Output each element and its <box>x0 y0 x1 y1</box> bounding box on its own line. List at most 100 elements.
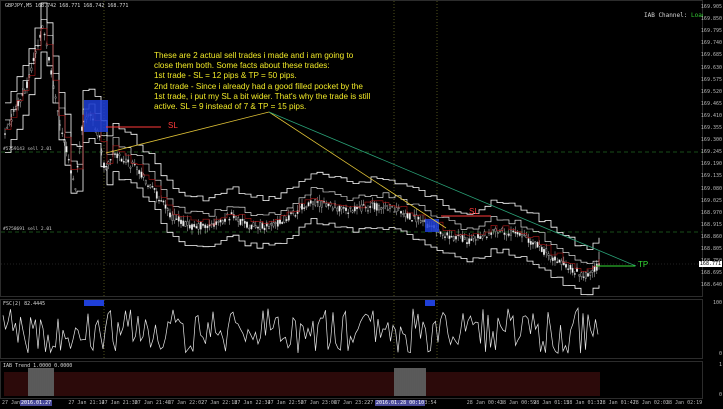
time-axis[interactable]: 27 Jan 2016 2016.01.27 27 Jan 21:14 27 Jan … <box>0 399 703 409</box>
price-axis[interactable]: 169.905 169.850 169.795 169.740 169.685 169.6… <box>698 0 723 409</box>
candle-body <box>494 228 497 232</box>
candle-body <box>144 179 147 185</box>
candle-body <box>19 99 22 103</box>
trend-axis-label: 0 <box>718 392 722 398</box>
candle-body <box>228 218 231 221</box>
candle-body <box>305 206 308 208</box>
time-axis-label: 28 Jan 02:03 <box>632 400 669 406</box>
candle-body <box>230 212 233 215</box>
candle-body <box>166 208 169 211</box>
price-axis-label: 169.685 <box>700 52 722 59</box>
candle-body <box>562 261 565 266</box>
candle-body <box>138 170 141 174</box>
time-axis-label: 2016.01.28 00:10 <box>375 400 426 406</box>
candle-body <box>362 204 365 206</box>
oscillator-axis-label: 0 <box>718 351 722 357</box>
candle-body <box>162 200 165 203</box>
candle-body <box>147 185 149 187</box>
candle-body <box>296 210 299 214</box>
candle-body <box>169 212 171 218</box>
candle-body <box>488 232 490 234</box>
candle-body <box>479 236 482 240</box>
candle-body <box>197 223 200 230</box>
candle-body <box>268 226 270 229</box>
trend-line-yellow-2 <box>268 111 447 229</box>
candle-body <box>129 166 132 169</box>
candle-body <box>567 268 570 270</box>
candle-body <box>444 236 446 238</box>
price-axis-label: 169.520 <box>700 88 722 95</box>
candle-body <box>507 233 510 236</box>
candle-body <box>492 229 495 231</box>
candle-body <box>279 219 281 224</box>
candle-body <box>342 207 345 209</box>
time-axis-label: 28 Jan 01:31 <box>566 400 603 406</box>
candle-body <box>283 215 286 223</box>
time-axis-label: 28 Jan 01:15 <box>533 400 570 406</box>
oscillator-canvas[interactable] <box>1 300 702 358</box>
candle-body <box>34 51 37 54</box>
price-chart-pane[interactable]: GBPJPY,M5 168.742 168.771 168.742 168.77… <box>0 0 713 297</box>
candle-body <box>446 232 449 236</box>
candle-body <box>503 232 506 235</box>
candle-body <box>529 241 532 245</box>
candle-body <box>450 235 453 238</box>
candle-body <box>371 202 374 204</box>
trend-indicator-pane[interactable]: IAB Trend 1.0000 0.0000 <box>0 361 703 399</box>
price-axis-label: 169.740 <box>700 40 722 47</box>
time-axis-label: 27 Jan 21:14 <box>68 400 105 406</box>
candle-body <box>373 202 376 210</box>
price-axis-label: 169.190 <box>700 161 722 168</box>
oscillator-axis-label: 100 <box>712 300 722 306</box>
candle-body <box>41 25 44 29</box>
candle-body <box>395 207 398 212</box>
candle-body <box>556 261 559 263</box>
annotation-line: 2nd trade - Since i already had a good f… <box>154 81 363 91</box>
candle-body <box>276 220 279 227</box>
candle-body <box>246 221 248 228</box>
price-axis-label: 169.135 <box>700 173 722 180</box>
candle-body <box>369 205 372 209</box>
candle-body <box>551 257 554 261</box>
candle-body <box>382 207 385 209</box>
candle-body <box>67 158 70 161</box>
candle-body <box>384 205 387 207</box>
candle-body <box>78 144 81 149</box>
candle-body <box>400 211 402 214</box>
candle-body <box>303 207 306 209</box>
candle-body <box>391 206 394 208</box>
candle-body <box>4 133 6 135</box>
candle-body <box>402 213 405 215</box>
price-axis-label: 168.915 <box>700 221 722 228</box>
candle-body <box>285 219 288 221</box>
price-chart-canvas[interactable] <box>1 1 702 296</box>
candle-body <box>320 200 323 208</box>
candle-body <box>195 226 198 229</box>
candle-body <box>587 273 589 277</box>
candle-body <box>12 110 15 112</box>
candle-body <box>490 232 493 235</box>
oscillator-pane[interactable]: FSC(2) 82.4445 <box>0 299 703 359</box>
price-axis-label: 169.795 <box>700 28 722 35</box>
candle-body <box>417 216 420 220</box>
candle-body <box>325 203 328 207</box>
candle-body <box>378 205 380 211</box>
candle-body <box>518 232 521 236</box>
trend-indicator-canvas[interactable] <box>1 362 702 398</box>
price-axis-label: 169.300 <box>700 137 722 144</box>
candle-body <box>347 212 350 214</box>
candle-body <box>59 124 61 126</box>
candle-body <box>364 206 367 209</box>
candle-body <box>298 206 301 208</box>
candle-body <box>215 221 218 225</box>
osc-highlight-1 <box>84 300 104 306</box>
candle-body <box>122 161 125 163</box>
candle-body <box>406 212 409 219</box>
time-axis-label: 27 Jan 23:06 <box>300 400 337 406</box>
candle-body <box>351 210 354 213</box>
candle-body <box>257 226 259 229</box>
oscillator-title: FSC(2) 82.4445 <box>3 301 46 307</box>
candle-body <box>239 219 242 225</box>
candle-body <box>452 236 455 241</box>
candle-body <box>17 100 20 107</box>
